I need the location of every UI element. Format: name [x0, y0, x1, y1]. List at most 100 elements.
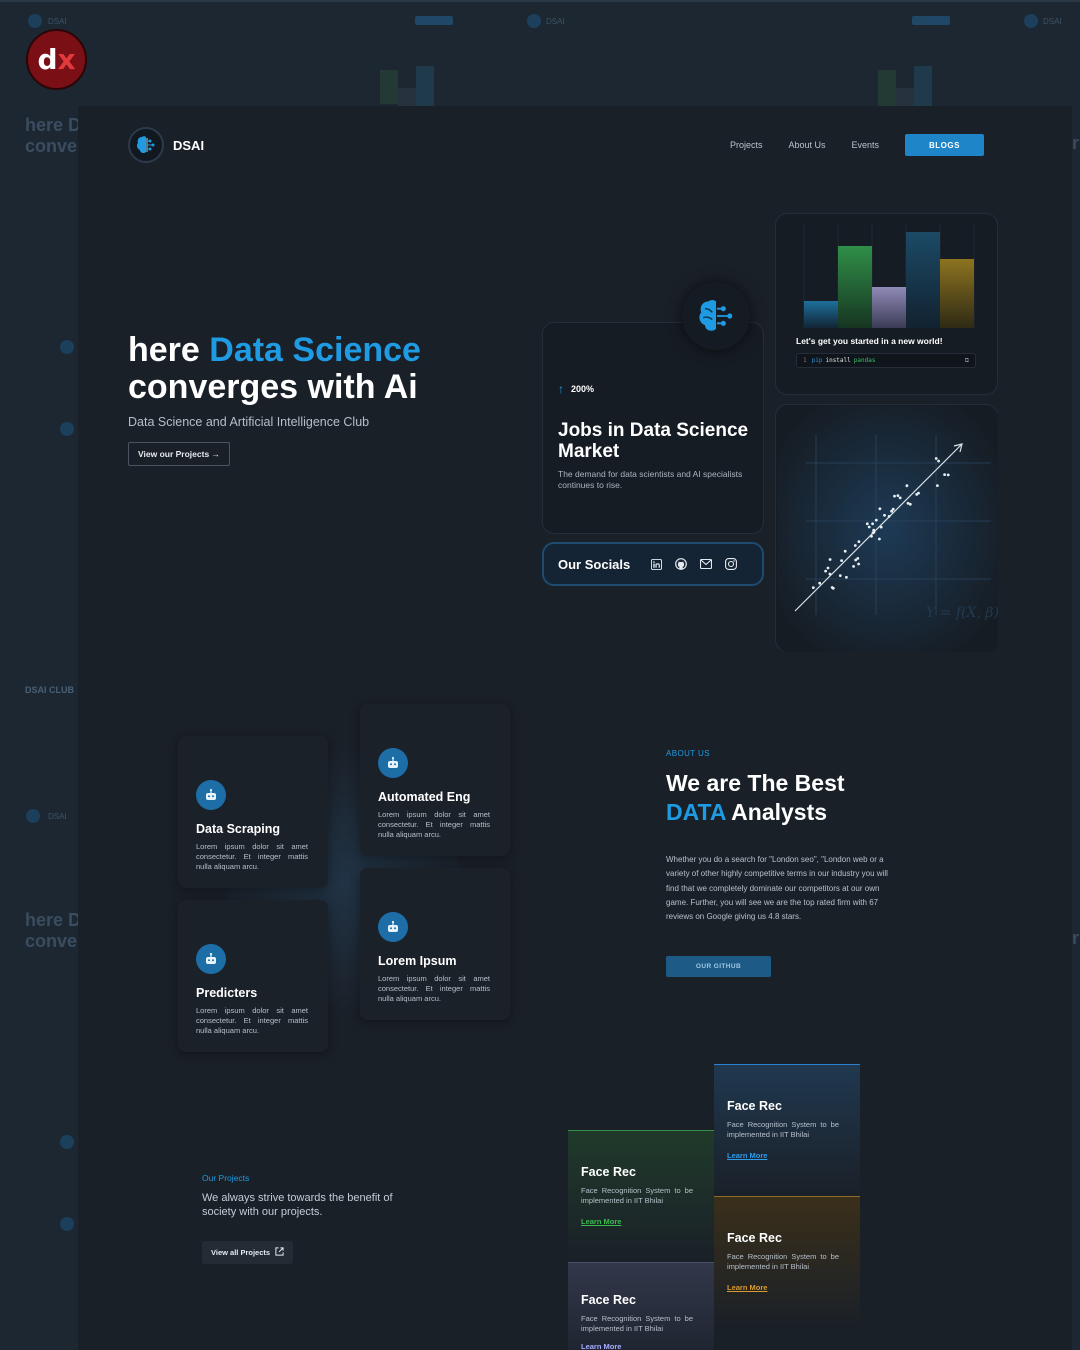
service-card-automated-eng[interactable]: Automated Eng Lorem ipsum dolor sit amet… [360, 704, 510, 856]
scatter-point [937, 459, 940, 463]
scatter-point [871, 531, 875, 535]
projects-eyebrow: Our Projects [202, 1173, 250, 1183]
scatter-point [826, 566, 830, 570]
about-body: Whether you do a search for "London seo"… [666, 855, 888, 922]
learn-more-link[interactable]: Learn More [581, 1342, 621, 1350]
nav-link-projects[interactable]: Projects [730, 140, 763, 150]
project-title: Face Rec [581, 1293, 636, 1307]
bg-hero-text-1: here Dconve [25, 115, 82, 156]
bg-brand-text-3: DSAI [1043, 17, 1062, 26]
bg-right-text-1: r [1072, 133, 1080, 153]
external-link-icon [275, 1247, 284, 1258]
jobs-description: The demand for data scientists and AI sp… [558, 469, 743, 490]
regression-formula: Y = f(X, β) + ε [926, 605, 999, 621]
scatter-point [872, 528, 876, 532]
chart-bar-1 [804, 301, 838, 328]
scatter-point [853, 544, 857, 547]
service-description: Lorem ipsum dolor sit amet consectetur. … [196, 842, 308, 871]
socials-bar: Our Socials [542, 542, 764, 586]
our-github-button[interactable]: OUR GITHUB [666, 956, 771, 977]
service-card-lorem-ipsum[interactable]: Lorem Ipsum Lorem ipsum dolor sit amet c… [360, 868, 510, 1020]
scatter-point [857, 540, 861, 543]
learn-more-link[interactable]: Learn More [727, 1283, 767, 1292]
scatter-point [936, 484, 939, 487]
service-description: Lorem ipsum dolor sit amet consectetur. … [378, 810, 490, 839]
hero-subtitle: Data Science and Artificial Intelligence… [128, 415, 370, 429]
service-title: Predicters [196, 986, 258, 1000]
instagram-icon[interactable] [725, 558, 737, 570]
project-description: Face Recognition System to be implemente… [727, 1252, 839, 1271]
view-projects-button[interactable]: View our Projects → [128, 442, 231, 466]
learn-more-link[interactable]: Learn More [581, 1217, 621, 1226]
scatter-point [891, 507, 895, 511]
mail-icon[interactable] [700, 558, 712, 570]
scatter-point [870, 534, 873, 538]
project-card[interactable]: Face Rec Face Recognition System to be i… [568, 1262, 714, 1350]
nav-link-about-us[interactable]: About Us [788, 140, 825, 150]
scatter-point [878, 507, 882, 511]
bg-service-icon-2 [60, 422, 74, 436]
scatter-point [946, 473, 950, 477]
bg-hero-text-2: here Dconve [25, 910, 82, 951]
bg-club-text: DSAI CLUB [25, 685, 74, 695]
projects-description: We always strive towards the benefit of … [202, 1192, 393, 1218]
service-card-predicters[interactable]: Predicters Lorem ipsum dolor sit amet co… [178, 900, 328, 1052]
learn-more-link[interactable]: Learn More [727, 1151, 767, 1160]
scatter-point [824, 569, 827, 573]
scatter-point [874, 518, 878, 522]
copy-icon[interactable]: ⧉ [965, 357, 969, 365]
scatter-point [865, 522, 869, 526]
scatter-point [934, 457, 938, 460]
scatter-point [878, 537, 881, 541]
view-all-projects-button[interactable]: View all Projects [202, 1241, 294, 1264]
service-card-data-scraping[interactable]: Data Scraping Lorem ipsum dolor sit amet… [178, 736, 328, 888]
view-all-projects-label: View all Projects [211, 1248, 271, 1257]
service-description: Lorem ipsum dolor sit amet consectetur. … [196, 1006, 308, 1035]
project-card[interactable]: Face Rec Face Recognition System to be i… [714, 1064, 860, 1196]
project-title: Face Rec [581, 1165, 636, 1179]
robot-icon [378, 912, 408, 942]
chart-bar-4 [906, 232, 940, 328]
jobs-title: Jobs in Data Science Market [558, 420, 749, 462]
bg-service-icon-4 [60, 1217, 74, 1231]
nav-links: Projects About Us Events BLOGS [730, 134, 984, 156]
bg-brand-icon-2 [527, 14, 541, 28]
scatter-point [840, 559, 843, 562]
scatter-point [843, 549, 847, 553]
service-title: Automated Eng [378, 790, 471, 804]
bg-right-text-2: r [1072, 928, 1080, 948]
scatter-point [883, 513, 886, 517]
nav-link-events[interactable]: Events [851, 140, 879, 150]
blogs-button[interactable]: BLOGS [905, 134, 984, 156]
socials-label: Our Socials [558, 556, 631, 572]
scatter-point [818, 581, 822, 585]
scatter-point [896, 494, 900, 497]
project-card[interactable]: Face Rec Face Recognition System to be i… [714, 1196, 860, 1328]
robot-icon [196, 944, 226, 974]
brand[interactable]: DSAI [128, 127, 204, 163]
bg-brand-icon-3 [1024, 14, 1038, 28]
scatter-point [852, 565, 855, 568]
project-description: Face Recognition System to be implemente… [727, 1120, 839, 1139]
project-description: Face Recognition System to be implemente… [581, 1314, 693, 1333]
scatter-point [811, 586, 815, 589]
bg-brand-text-4: DSAI [48, 812, 67, 821]
scatter-point [905, 484, 909, 488]
project-title: Face Rec [727, 1099, 782, 1113]
project-card[interactable]: Face Rec Face Recognition System to be i… [568, 1130, 714, 1262]
brain-logo-icon [128, 127, 164, 163]
linkedin-icon[interactable] [650, 558, 662, 570]
chart-bar-3 [872, 287, 906, 328]
landing-page: DSAI Projects About Us Events BLOGS here… [78, 106, 1072, 1350]
decorative-bar-chart [803, 224, 975, 328]
github-icon[interactable] [675, 558, 687, 570]
scatter-point [854, 558, 858, 562]
scatter-point [828, 558, 832, 561]
scatter-point [828, 572, 832, 576]
jobs-stat-value: 200% [571, 384, 595, 394]
bg-brand-icon [28, 14, 42, 28]
bg-brand-text-2: DSAI [546, 17, 565, 26]
scatter-point [908, 502, 912, 506]
pip-install-code: 1 pip install pandas ⧉ [796, 353, 976, 368]
chart-bar-2 [838, 246, 872, 328]
